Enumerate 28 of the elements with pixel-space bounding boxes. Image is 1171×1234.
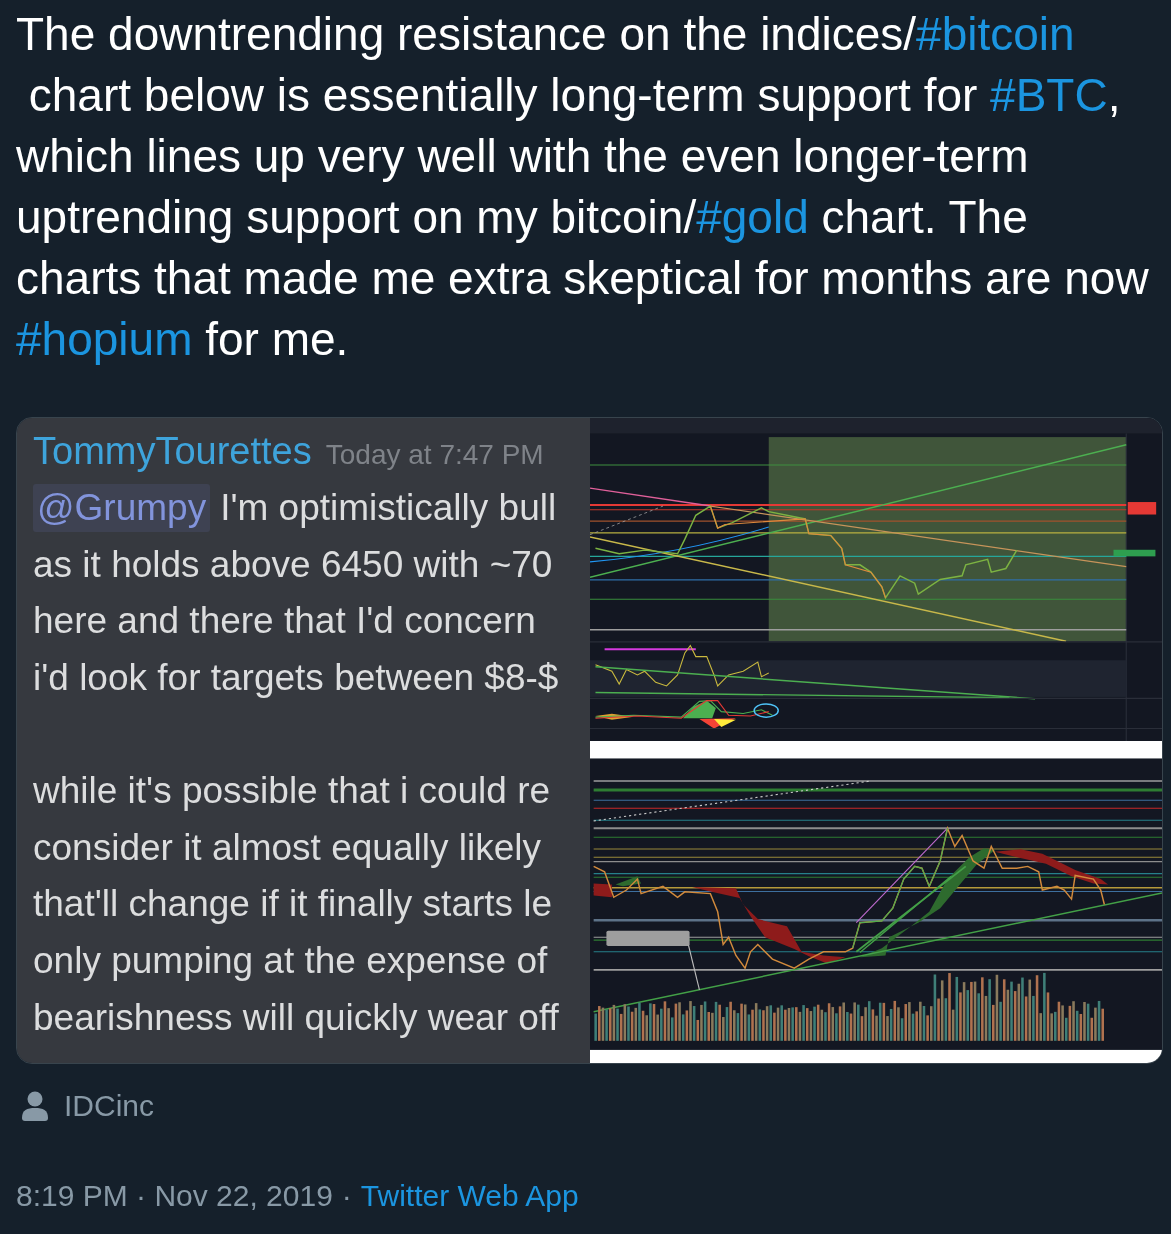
chat-author: TommyTourettes (33, 429, 312, 474)
message-line: I'm optimistically bull (220, 486, 557, 531)
mention-tag[interactable]: @Grumpy (33, 484, 211, 533)
tweet-timestamp: 8:19 PM · Nov 22, 2019 (16, 1179, 333, 1213)
message-line: while it's possible that i could re (33, 769, 551, 814)
hashtag-link[interactable]: #bitcoin (916, 8, 1075, 60)
message-line: bearishness will quickly wear off (33, 995, 559, 1040)
hashtag-link[interactable]: #hopium (16, 313, 193, 365)
person-icon (22, 1091, 48, 1121)
message-line: only pumping at the expense of (33, 939, 548, 984)
message-line: consider it almost equally likely (33, 825, 541, 870)
cloud-area (593, 883, 612, 898)
cloud-area (615, 876, 642, 887)
message-line: i'd look for targets between $8-$ (33, 656, 559, 701)
hashtag-link[interactable]: #gold (696, 191, 809, 243)
tweet-text: The downtrending resistance on the indices/#bitcoin chart below is essentially long-term support for #BTC, which lines up very well with the even longer-term uptrending support on my bitcoin/#gold chart. The charts that made me extra skeptical for months are now #hopium for me. (15, 7, 1150, 367)
source-link[interactable]: Twitter Web App (360, 1179, 579, 1213)
hashtag-link[interactable]: #BTC (990, 69, 1108, 121)
price-label-tag (1113, 549, 1156, 557)
message-line: that'll change if it finally starts le (33, 882, 553, 927)
tagged-user[interactable]: IDCinc (64, 1089, 154, 1123)
image-card[interactable] (16, 417, 1163, 1064)
highlight-ring (753, 703, 779, 718)
message-line: here and there that I'd concern (33, 599, 536, 644)
chat-timestamp: Today at 7:47 PM (325, 438, 544, 472)
price-label-tag (1127, 502, 1157, 515)
separator: · (341, 1179, 352, 1213)
message-line: as it holds above 6450 with ~70 (33, 542, 553, 587)
